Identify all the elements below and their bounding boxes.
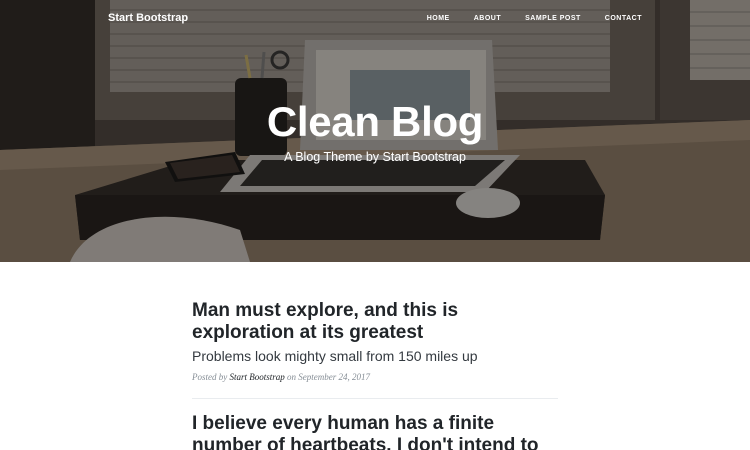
masthead: Start Bootstrap Home About Sample Post C…: [0, 0, 750, 262]
nav-link-contact[interactable]: Contact: [605, 15, 642, 22]
post-preview[interactable]: Man must explore, and this is exploratio…: [192, 300, 558, 383]
nav-links: Home About Sample Post Contact: [427, 15, 642, 22]
post-preview[interactable]: I believe every human has a finite numbe…: [192, 413, 558, 450]
post-author-link[interactable]: Start Bootstrap: [230, 372, 285, 382]
nav-link-about[interactable]: About: [474, 15, 501, 22]
site-title: Clean Blog: [266, 98, 484, 145]
post-list: Man must explore, and this is exploratio…: [192, 300, 558, 450]
nav-link-sample-post[interactable]: Sample Post: [525, 15, 581, 22]
post-meta-date: on September 24, 2017: [287, 372, 371, 382]
post-meta: Posted by Start Bootstrap on September 2…: [192, 371, 558, 383]
post-divider: [192, 398, 558, 399]
navbar: Start Bootstrap Home About Sample Post C…: [0, 0, 750, 40]
post-title[interactable]: Man must explore, and this is exploratio…: [192, 300, 558, 344]
post-title[interactable]: I believe every human has a finite numbe…: [192, 413, 558, 450]
site-subheading: A Blog Theme by Start Bootstrap: [284, 150, 466, 164]
site-heading: Clean Blog A Blog Theme by Start Bootstr…: [0, 96, 750, 166]
navbar-brand[interactable]: Start Bootstrap: [108, 12, 188, 24]
post-subtitle[interactable]: Problems look mighty small from 150 mile…: [192, 347, 558, 365]
nav-link-home[interactable]: Home: [427, 15, 450, 22]
post-meta-prefix: Posted by: [192, 372, 228, 382]
